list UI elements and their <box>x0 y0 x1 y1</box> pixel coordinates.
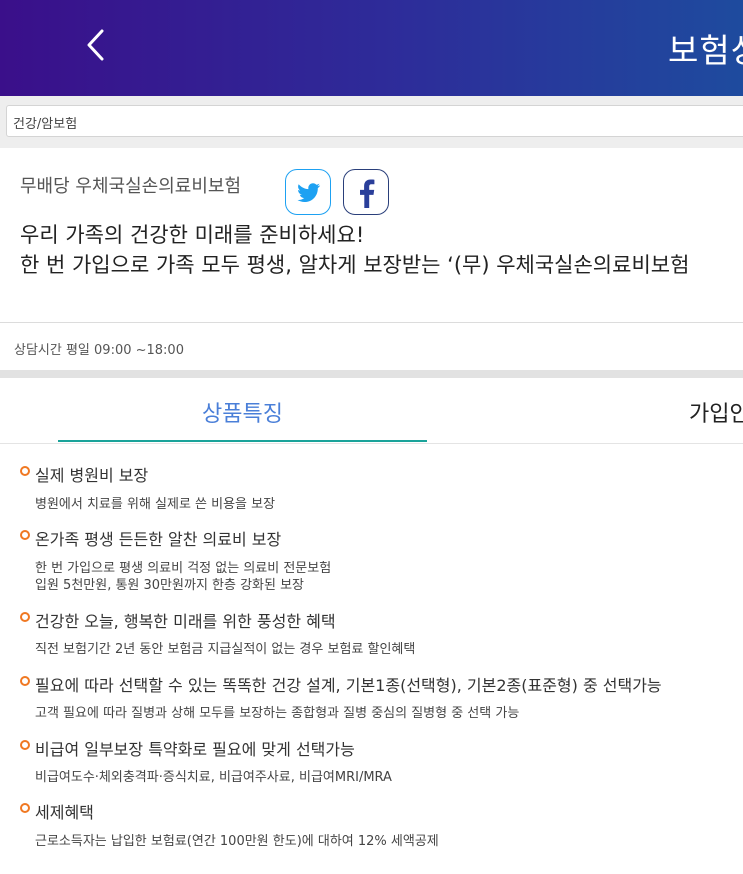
bullet-icon <box>20 676 30 686</box>
feature-desc: 고객 필요에 따라 질병과 상해 모두를 보장하는 종합형과 질병 중심의 질병… <box>35 706 520 721</box>
feature-desc: 비급여도수·체외충격파·증식치료, 비급여주사료, 비급여MRI/MRA <box>35 770 392 785</box>
feature-title: 비급여 일부보장 특약화로 필요에 맞게 선택가능 <box>35 740 355 759</box>
feature-title: 온가족 평생 든든한 알찬 의료비 보장 <box>35 530 282 549</box>
feature-desc: 한 번 가입으로 평생 의료비 걱정 없는 의료비 전문보험 <box>35 561 332 576</box>
tab-divider <box>0 443 743 444</box>
app-header: 보험상 <box>0 0 743 96</box>
breadcrumb[interactable]: 건강/암보험 <box>6 105 743 137</box>
tab-product-features[interactable]: 상품특징 <box>58 378 427 442</box>
feature-title: 건강한 오늘, 행복한 미래를 위한 풍성한 혜택 <box>35 612 336 631</box>
feature-title: 실제 병원비 보장 <box>35 466 149 485</box>
facebook-share-button[interactable] <box>343 169 389 215</box>
product-name: 무배당 우체국실손의료비보험 <box>20 176 242 197</box>
twitter-icon <box>297 183 321 202</box>
back-button[interactable] <box>82 26 112 66</box>
chevron-left-icon <box>87 29 104 61</box>
tab-product-features-label: 상품특징 <box>202 402 283 427</box>
feature-title: 필요에 따라 선택할 수 있는 똑똑한 건강 설계, 기본1종(선택형), 기본… <box>35 676 662 695</box>
feature-desc: 근로소득자는 납입한 보험료(연간 100만원 한도)에 대하여 12% 세액공… <box>35 834 439 849</box>
bullet-icon <box>20 803 30 813</box>
feature-desc: 입원 5천만원, 통원 30만원까지 한층 강화된 보장 <box>35 578 305 593</box>
breadcrumb-bar: 건강/암보험 <box>0 96 743 148</box>
breadcrumb-category: 건강/암보험 <box>13 117 78 132</box>
feature-desc: 병원에서 치료를 위해 실제로 쓴 비용을 보장 <box>35 497 276 512</box>
feature-title: 세제혜택 <box>35 803 94 822</box>
facebook-icon <box>360 179 375 208</box>
tab-join-guide[interactable]: 가입안내 <box>689 396 743 428</box>
bullet-icon <box>20 740 30 750</box>
product-headline: 우리 가족의 건강한 미래를 준비하세요! <box>20 223 365 247</box>
consult-hours: 상담시간 평일 09:00 ~18:00 <box>14 343 184 358</box>
feature-desc: 직전 보험기간 2년 동안 보험금 지급실적이 없는 경우 보험료 할인혜택 <box>35 642 416 657</box>
bullet-icon <box>20 466 30 476</box>
product-subheadline: 한 번 가입으로 가족 모두 평생, 알차게 보장받는 ‘(무) 우체국실손의료… <box>20 253 690 277</box>
bullet-icon <box>20 530 30 540</box>
divider <box>0 322 743 323</box>
header-title: 보험상 <box>668 31 743 70</box>
section-separator <box>0 370 743 378</box>
bullet-icon <box>20 612 30 622</box>
twitter-share-button[interactable] <box>285 169 331 215</box>
